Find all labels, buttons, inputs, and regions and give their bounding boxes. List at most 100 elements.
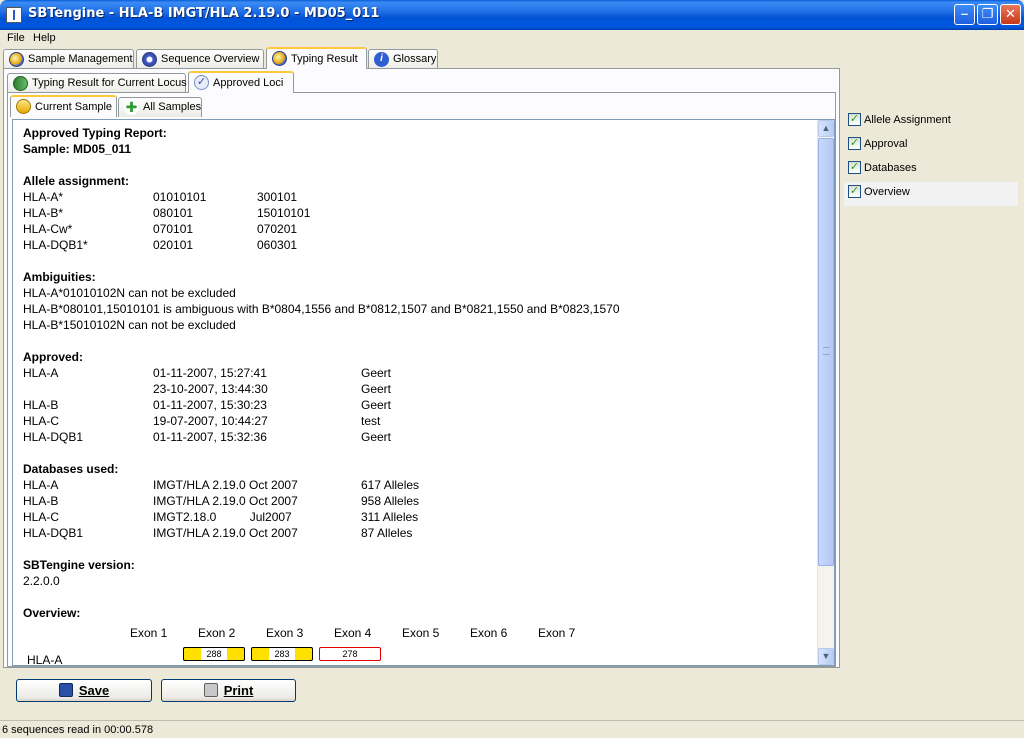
ambiguity-line: HLA-B*15010102N can not be excluded <box>23 318 236 332</box>
info-icon: i <box>374 52 389 67</box>
exon-label: Exon 1 <box>130 626 168 640</box>
option-overview[interactable]: ✓ Overview <box>844 182 1018 206</box>
window-title: SBTengine - HLA-B IMGT/HLA 2.19.0 - MD05… <box>28 6 380 21</box>
tab-all-samples[interactable]: ✚ All Samples <box>118 97 202 117</box>
approved-row: HLA-DQB1 01-11-2007, 15:32:36 Geert <box>23 430 392 444</box>
checkbox-icon[interactable]: ✓ <box>848 137 861 150</box>
sample-tab-row: Current Sample ✚ All Samples <box>0 95 840 117</box>
exon4-coverage: 278 <box>319 647 381 661</box>
report-options: ✓ Allele Assignment ✓ Approval ✓ Databas… <box>844 110 1018 206</box>
tab-sequence-overview[interactable]: Sequence Overview <box>136 49 264 69</box>
print-label: Print <box>223 683 254 698</box>
database-row: HLA-DQB1 IMGT/HLA 2.19.0 Oct 2007 87 Allel… <box>23 526 413 540</box>
exon-header: Exon 1 Exon 2 Exon 3 Exon 4 Exon 5 Exon … <box>23 623 813 643</box>
report-scrollbar[interactable]: ▲ ▼ <box>817 120 834 665</box>
app-icon <box>6 7 22 23</box>
approved-heading: Approved: <box>23 350 83 364</box>
book-icon <box>13 76 28 91</box>
allele-row: HLA-Cw* 070101 070201 <box>23 222 298 236</box>
tab-sample-management[interactable]: Sample Management <box>3 49 134 69</box>
approved-row: HLA-C 19-07-2007, 10:44:27 test <box>23 414 381 428</box>
tab-label: Current Sample <box>35 101 113 113</box>
tab-label: Typing Result <box>291 53 358 65</box>
status-text: 6 sequences read in 00:00.578 <box>2 724 154 736</box>
exon2-coverage: 288 <box>183 647 245 661</box>
exon-label: Exon 3 <box>266 626 304 640</box>
print-button[interactable]: Print <box>161 679 296 702</box>
scroll-thumb[interactable] <box>818 138 834 566</box>
option-approval[interactable]: ✓ Approval <box>844 134 1018 158</box>
report-view[interactable]: Approved Typing Report: Sample: MD05_011… <box>12 119 835 666</box>
menu-help[interactable]: Help <box>28 30 61 46</box>
tab-typing-result-current-locus[interactable]: Typing Result for Current Locus <box>7 73 187 93</box>
main-tab-row: Sample Management Sequence Overview Typi… <box>0 47 1024 69</box>
checklist-icon: ✓ <box>194 75 209 90</box>
minimize-button[interactable]: – <box>954 4 975 25</box>
allele-row: HLA-DQB1* 020101 060301 <box>23 238 298 252</box>
option-label: Approval <box>864 138 908 150</box>
tab-label: Approved Loci <box>213 77 284 89</box>
database-row: HLA-C IMGT2.18.0 Jul2007 311 Alleles <box>23 510 419 524</box>
sub-tab-row: Typing Result for Current Locus ✓ Approv… <box>0 71 840 93</box>
approved-row: 23-10-2007, 13:44:30 Geert <box>153 382 392 396</box>
option-label: Allele Assignment <box>864 114 951 126</box>
scroll-up-icon[interactable]: ▲ <box>818 120 834 137</box>
globe-icon <box>9 52 24 67</box>
database-row: HLA-A IMGT/HLA 2.19.0 Oct 2007 617 Alleles <box>23 478 420 492</box>
exon-label: Exon 2 <box>198 626 236 640</box>
allele-row: HLA-A* 01010101 300101 <box>23 190 298 204</box>
plus-icon: ✚ <box>124 99 139 115</box>
tab-current-sample[interactable]: Current Sample <box>10 95 117 117</box>
tab-typing-result[interactable]: Typing Result <box>266 47 367 69</box>
exon-label: Exon 7 <box>538 626 576 640</box>
option-label: Overview <box>864 186 910 198</box>
checkbox-icon[interactable]: ✓ <box>848 185 861 198</box>
exon-label: Exon 6 <box>470 626 508 640</box>
database-row: HLA-B IMGT/HLA 2.19.0 Oct 2007 958 Alleles <box>23 494 420 508</box>
checkbox-icon[interactable]: ✓ <box>848 113 861 126</box>
exon3-coverage: 283 <box>251 647 313 661</box>
folder-icon <box>16 99 31 114</box>
save-label: Save <box>78 683 110 698</box>
tab-approved-loci[interactable]: ✓ Approved Loci <box>188 71 294 93</box>
report-title: Approved Typing Report: <box>23 126 167 140</box>
tab-label: All Samples <box>143 101 202 113</box>
option-databases[interactable]: ✓ Databases <box>844 158 1018 182</box>
floppy-disk-icon <box>58 683 73 698</box>
tab-label: Sample Management <box>28 53 133 65</box>
maximize-button[interactable]: ❐ <box>977 4 998 25</box>
exon-label: Exon 5 <box>402 626 440 640</box>
exon-label: Exon 4 <box>334 626 372 640</box>
allele-heading: Allele assignment: <box>23 174 130 188</box>
status-bar: 6 sequences read in 00:00.578 <box>0 720 1024 738</box>
ambiguity-line: HLA-B*080101,15010101 is ambiguous with … <box>23 302 620 316</box>
overview-locus: HLA-A <box>27 653 63 666</box>
close-button[interactable]: ✕ <box>1000 4 1021 25</box>
menu-bar: File Help <box>0 30 1024 46</box>
scroll-down-icon[interactable]: ▼ <box>818 648 834 665</box>
ambiguities-heading: Ambiguities: <box>23 270 96 284</box>
tab-label: Sequence Overview <box>161 53 260 65</box>
approved-row: HLA-A 01-11-2007, 15:27:41 Geert <box>23 366 392 380</box>
gear-icon <box>142 52 157 67</box>
ambiguity-line: HLA-A*01010102N can not be excluded <box>23 286 236 300</box>
version-heading: SBTengine version: <box>23 558 135 572</box>
printer-icon <box>203 683 218 698</box>
version-value: 2.2.0.0 <box>23 574 60 588</box>
databases-heading: Databases used: <box>23 462 119 476</box>
menu-file[interactable]: File <box>2 30 30 46</box>
typing-report: Approved Typing Report: Sample: MD05_011… <box>23 125 813 666</box>
option-label: Databases <box>864 162 917 174</box>
overview-heading: Overview: <box>23 606 81 620</box>
title-bar: SBTengine - HLA-B IMGT/HLA 2.19.0 - MD05… <box>0 0 1024 30</box>
tab-glossary[interactable]: i Glossary <box>368 49 438 69</box>
option-allele-assignment[interactable]: ✓ Allele Assignment <box>844 110 1018 134</box>
globe-icon <box>272 51 287 66</box>
tab-label: Typing Result for Current Locus <box>32 77 187 89</box>
approved-row: HLA-B 01-11-2007, 15:30:23 Geert <box>23 398 392 412</box>
overview-row: HLA-A 288 283 278 <box>23 645 813 666</box>
save-button[interactable]: Save <box>16 679 152 702</box>
allele-row: HLA-B* 080101 15010101 <box>23 206 311 220</box>
report-sample: Sample: MD05_011 <box>23 142 132 156</box>
checkbox-icon[interactable]: ✓ <box>848 161 861 174</box>
